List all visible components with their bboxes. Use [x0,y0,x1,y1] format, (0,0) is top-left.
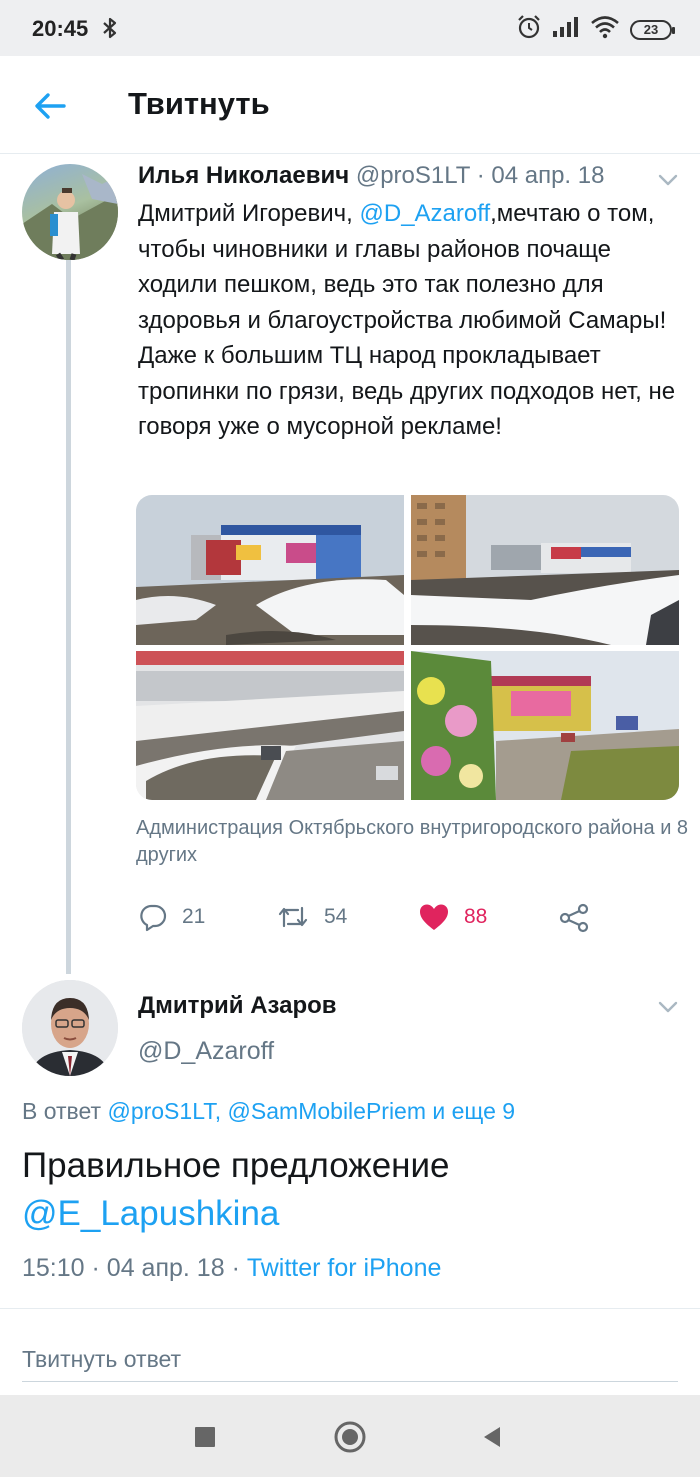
home-button[interactable] [330,1417,370,1457]
photo-2[interactable] [411,495,679,645]
back-nav-button[interactable] [472,1417,512,1457]
retweet-icon [278,906,308,928]
meta-separator: · [476,162,485,189]
author-handle[interactable]: @D_Azaroff [138,1037,274,1066]
signal-icon [552,16,580,43]
replying-more-link[interactable]: и еще 9 [426,1098,515,1124]
photo-3[interactable] [136,651,404,800]
square-icon [195,1427,215,1447]
divider [0,1308,700,1309]
mention-link[interactable]: @D_Azaroff [360,200,491,227]
author-name[interactable]: Илья Николаевич [138,162,349,189]
alarm-icon [516,14,542,45]
reply-count: 21 [182,905,206,928]
triangle-back-icon [484,1427,500,1447]
tweet-date[interactable]: 04 апр. 18 [491,162,604,189]
tweet-header: Илья Николаевич @proS1LT · 04 апр. 18 [138,162,604,190]
battery-icon: 23 [630,19,675,40]
tweet-menu-button[interactable] [654,993,682,1021]
back-button[interactable] [30,86,70,126]
mention-link[interactable]: @E_Lapushkina [22,1194,279,1233]
reply-button[interactable]: 21 [138,902,205,932]
replying-to: В ответ @proS1LT, @SamMobilePriem и еще … [22,1098,515,1125]
chevron-down-icon [658,174,678,186]
tweet-text-part: Правильное предложение [22,1146,450,1185]
chevron-down-icon [658,1001,678,1013]
meta-separator: · [91,1254,100,1282]
circle-icon [334,1421,366,1453]
tagged-users[interactable]: Администрация Октябрьского внутригородск… [136,815,696,869]
share-icon [559,903,589,933]
navigation-bar [0,1395,700,1477]
meta-separator: · [231,1254,240,1282]
avatar-photo [22,174,118,260]
media-grid [136,495,679,800]
tweet-actions: 21 54 88 [136,902,696,942]
heart-icon [420,904,448,930]
tweet-text-part: ,мечтаю о том, чтобы чиновники и главы р… [138,200,676,440]
share-button[interactable] [558,902,590,934]
tweet-text: Правильное предложение @E_Lapushkina [22,1142,682,1238]
tweet-date: 04 апр. 18 [106,1254,225,1282]
arrow-left-icon [35,93,66,119]
reply-input[interactable] [22,1338,678,1382]
photo-4[interactable] [411,651,679,800]
retweet-button[interactable]: 54 [276,902,347,932]
bluetooth-icon [100,16,120,45]
author-handle[interactable]: @proS1LT [356,162,470,189]
replying-prefix: В ответ [22,1098,108,1124]
source-link[interactable]: Twitter for iPhone [247,1254,442,1282]
replying-to-links[interactable]: @proS1LT, @SamMobilePriem [107,1098,426,1124]
retweet-count: 54 [324,905,348,928]
status-bar: 20:45 23 [0,0,700,56]
tweet-text-part: Дмитрий Игоревич, [138,200,360,227]
thread-connector [66,258,71,974]
reply-icon [140,904,167,932]
like-button[interactable]: 88 [418,902,487,932]
author-name[interactable]: Дмитрий Азаров [138,992,337,1020]
tweet-time: 15:10 [22,1254,85,1282]
recents-button[interactable] [185,1417,225,1457]
status-time: 20:45 [32,16,89,41]
app-header: Твитнуть [0,56,700,154]
page-title: Твитнуть [128,86,270,121]
tweet-menu-button[interactable] [654,166,682,194]
status-icons: 23 [516,14,675,45]
avatar[interactable] [22,164,118,260]
wifi-icon [590,15,620,44]
photo-1[interactable] [136,495,404,645]
like-count: 88 [464,905,488,928]
tweet-footer: 15:10 · 04 апр. 18 · Twitter for iPhone [22,1254,441,1283]
avatar-photo [22,980,118,1076]
avatar[interactable] [22,980,118,1076]
tweet-text: Дмитрий Игоревич, @D_Azaroff,мечтаю о то… [138,196,683,445]
